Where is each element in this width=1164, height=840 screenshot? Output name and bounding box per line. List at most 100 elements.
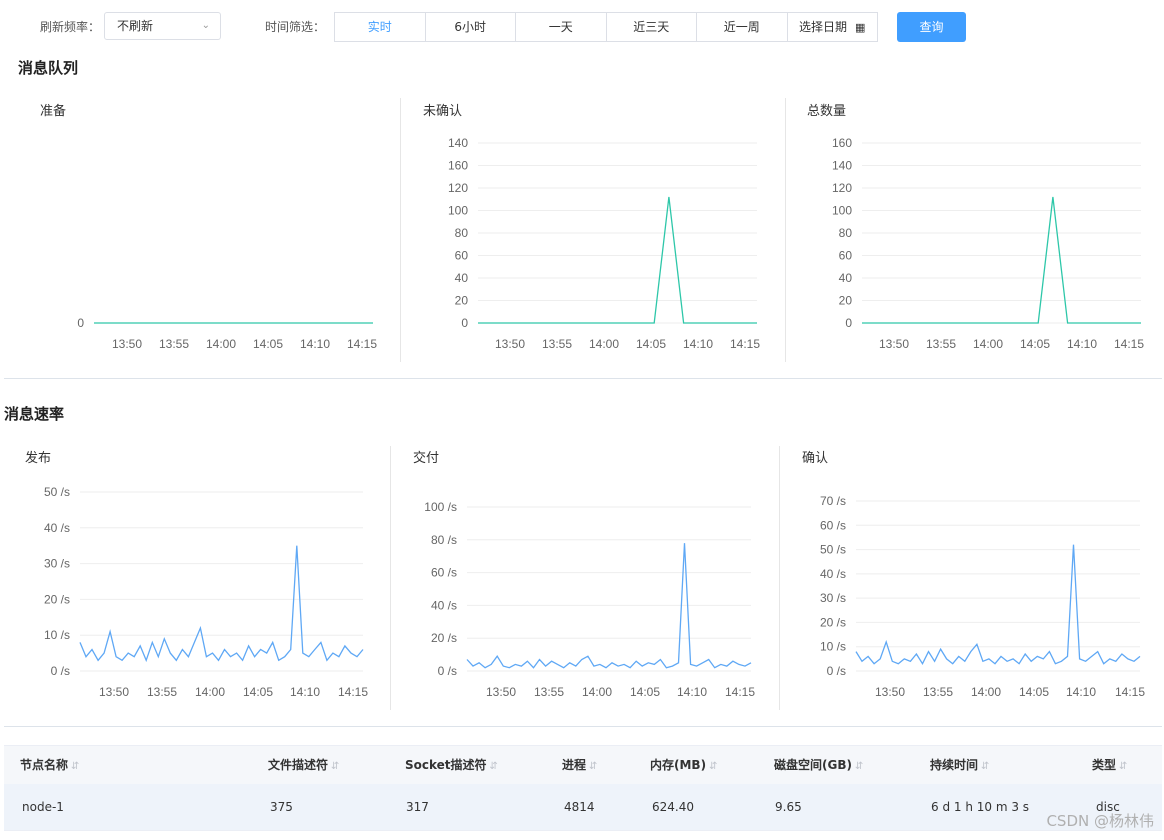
y-tick-label: 60 [839,249,853,263]
y-tick-label: 60 [455,249,469,263]
ready-chart: 0 13:50 13:55 14:00 14:05 14:10 14:15 0 20 40 60 80… [44,136,1145,699]
x-tick-label: 13:50 [486,685,516,699]
x-tick-label: 14:10 [683,337,713,351]
series-line [79,545,364,663]
y-tick-label: 40 /s [44,521,70,535]
y-tick-label: 10 /s [44,628,70,642]
cell-memory: 624.40 [652,800,694,814]
x-tick-label: 13:50 [879,337,909,351]
y-tick-label: 40 /s [431,598,457,612]
y-tick-label: 0 [845,316,852,330]
cell-node-name: node-1 [22,800,64,814]
unacked-chart-plot: 0 20 40 60 80 100 120 160 140 13:50 13:55 14:00 14:0… [448,136,760,351]
x-tick-label: 13:50 [875,685,905,699]
x-tick-label: 14:15 [338,685,368,699]
x-tick-label: 14:00 [973,337,1003,351]
sort-icon: ⇵ [589,761,598,772]
cell-process: 4814 [564,800,595,814]
section-divider [4,378,1162,379]
col-type[interactable]: 类型 ⇵ [1092,746,1127,786]
x-tick-label: 14:00 [195,685,225,699]
col-disk[interactable]: 磁盘空间(GB) ⇵ [774,746,863,786]
x-tick-label: 14:15 [725,685,755,699]
sort-icon: ⇵ [1119,761,1128,772]
x-tick-label: 14:00 [589,337,619,351]
deliver-chart-title: 交付 [413,451,440,466]
series-line [855,544,1141,666]
y-tick-label: 40 [839,271,853,285]
ack-chart-plot: 0 /s 10 /s 20 /s 30 /s 40 /s 50 /s 60 /s 70 /s 1… [820,494,1145,699]
x-tick-label: 14:15 [730,337,760,351]
sort-icon: ⇵ [981,761,990,772]
col-file-desc[interactable]: 文件描述符 ⇵ [268,746,339,786]
y-tick-label: 80 [839,226,853,240]
y-tick-label: 160 [448,159,468,173]
sort-icon: ⇵ [331,761,340,772]
x-tick-label: 14:00 [971,685,1001,699]
column-divider [785,98,786,362]
column-divider [400,98,401,362]
y-tick-label: 20 /s [44,592,70,606]
x-tick-label: 14:00 [582,685,612,699]
sort-icon: ⇵ [709,761,718,772]
col-memory[interactable]: 内存(MB) ⇵ [650,746,717,786]
y-tick-label: 30 /s [820,591,846,605]
publish-chart-title: 发布 [25,451,52,466]
y-tick-label: 0 [461,316,468,330]
y-tick-label: 20 /s [431,631,457,645]
y-tick-label: 80 [455,226,469,240]
col-node-name[interactable]: 节点名称 ⇵ [20,746,79,786]
x-tick-label: 13:55 [542,337,572,351]
x-tick-label: 14:00 [206,337,236,351]
y-tick-label: 120 [832,181,852,195]
y-tick-label: 0 [77,316,84,330]
y-tick-label: 50 /s [44,485,70,499]
x-tick-label: 13:55 [923,685,953,699]
table-row[interactable]: node-1 375 317 4814 624.40 9.65 6 d 1 h … [4,784,1162,831]
sort-icon: ⇵ [489,761,498,772]
y-tick-label: 140 [832,159,852,173]
y-tick-label: 40 [455,271,469,285]
y-tick-label: 50 /s [820,543,846,557]
watermark: CSDN @杨林伟 [1046,812,1154,830]
y-tick-label: 70 /s [820,494,846,508]
x-tick-label: 14:05 [1020,337,1050,351]
x-tick-label: 14:05 [253,337,283,351]
cell-disk: 9.65 [775,800,802,814]
x-tick-label: 14:15 [347,337,377,351]
y-tick-label: 0 /s [827,664,846,678]
deliver-chart-plot: 0 /s 20 /s 40 /s 60 /s 80 /s 100 /s 13:50 13:55… [424,500,755,699]
x-tick-label: 13:55 [534,685,564,699]
y-tick-label: 40 /s [820,567,846,581]
y-tick-label: 140 [448,136,468,150]
column-divider [779,446,780,710]
y-tick-label: 60 /s [820,518,846,532]
y-tick-label: 0 /s [51,664,70,678]
y-tick-label: 30 /s [44,557,70,571]
col-label: 文件描述符 [268,758,329,772]
x-tick-label: 14:10 [300,337,330,351]
y-tick-label: 60 /s [431,566,457,580]
col-label: 磁盘空间(GB) [774,758,852,772]
ready-chart-plot: 0 13:50 13:55 14:00 14:05 14:10 14:15 [77,316,377,351]
col-uptime[interactable]: 持续时间 ⇵ [930,746,989,786]
x-tick-label: 13:55 [159,337,189,351]
col-label: 进程 [562,758,587,772]
rate-section-title: 消息速率 [4,405,65,423]
x-tick-label: 14:05 [636,337,666,351]
col-label: 类型 [1092,758,1117,772]
x-tick-label: 13:55 [926,337,956,351]
y-tick-label: 100 /s [424,500,457,514]
col-process[interactable]: 进程 ⇵ [562,746,597,786]
column-divider [390,446,391,710]
y-tick-label: 160 [832,136,852,150]
x-tick-label: 14:10 [1067,337,1097,351]
y-tick-label: 120 [448,181,468,195]
y-tick-label: 20 [455,294,469,308]
col-label: 内存(MB) [650,758,707,772]
publish-chart-plot: 0 /s 10 /s 20 /s 30 /s 40 /s 50 /s 13:50 13:55 1… [44,485,368,699]
section-divider [4,726,1162,727]
x-tick-label: 14:15 [1115,685,1145,699]
col-label: 持续时间 [930,758,979,772]
col-socket-desc[interactable]: Socket描述符 ⇵ [405,746,498,786]
